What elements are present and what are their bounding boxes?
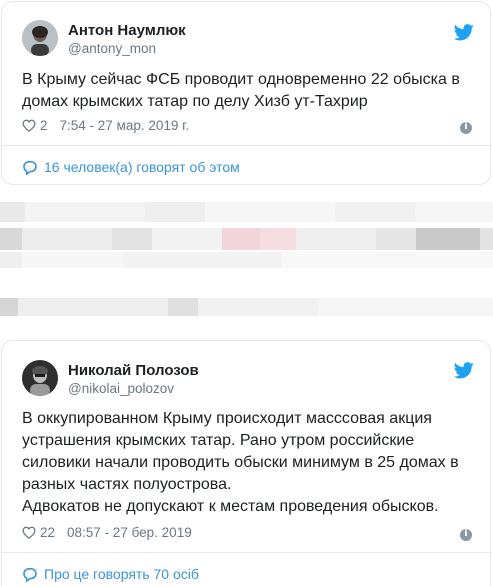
avatar[interactable] <box>22 20 58 56</box>
tweet-meta: 22 08:57 - 27 бер. 2019 <box>22 525 192 540</box>
tweet-text-line: разных частях полуострова. <box>22 476 232 493</box>
comment-icon <box>23 160 37 175</box>
author-name[interactable]: Николай Полозов <box>68 362 199 379</box>
tweet-card-2: Николай Полозов @nikolai_polozov В оккуп… <box>1 340 491 586</box>
tweet-text-line: Адвокатов не допускают к местам проведен… <box>22 498 439 515</box>
conversation-label: Про це говорять 70 осіб <box>44 566 199 582</box>
tweet-text-line: устрашения крымских татар. Рано утром ро… <box>22 432 415 449</box>
author-handle[interactable]: @nikolai_polozov <box>68 381 174 396</box>
conversation-link[interactable]: Про це говорять 70 осіб <box>22 566 199 582</box>
divider <box>2 552 490 553</box>
heart-icon[interactable] <box>22 119 36 132</box>
twitter-bird-icon[interactable] <box>454 362 474 379</box>
tweet-meta: 2 7:54 - 27 мар. 2019 г. <box>22 118 189 133</box>
heart-icon[interactable] <box>22 526 36 539</box>
tweet-text-line: силовики начали проводить обыски минимум… <box>22 454 459 471</box>
tweet-text: В оккупированном Крыму происходит масссо… <box>22 408 470 518</box>
conversation-label: 16 человек(а) говорят об этом <box>44 159 240 175</box>
info-icon[interactable] <box>460 528 472 541</box>
twitter-bird-icon[interactable] <box>454 24 474 41</box>
tweet-text: В Крыму сейчас ФСБ проводит одновременно… <box>22 71 460 110</box>
avatar[interactable] <box>22 360 58 396</box>
divider <box>2 145 490 146</box>
like-count: 22 <box>40 525 56 540</box>
timestamp[interactable]: 08:57 - 27 бер. 2019 <box>67 525 192 540</box>
tweet-card-1: Антон Наумлюк @antony_mon В Крыму сейчас… <box>1 1 491 185</box>
author-handle[interactable]: @antony_mon <box>68 41 156 56</box>
timestamp[interactable]: 7:54 - 27 мар. 2019 г. <box>60 118 190 133</box>
conversation-link[interactable]: 16 человек(а) говорят об этом <box>22 159 240 175</box>
like-count: 2 <box>40 118 48 133</box>
info-icon[interactable] <box>460 121 472 134</box>
comment-icon <box>23 567 37 582</box>
author-name[interactable]: Антон Наумлюк <box>68 22 186 39</box>
tweet-text-line: В оккупированном Крыму происходит масссо… <box>22 410 432 427</box>
